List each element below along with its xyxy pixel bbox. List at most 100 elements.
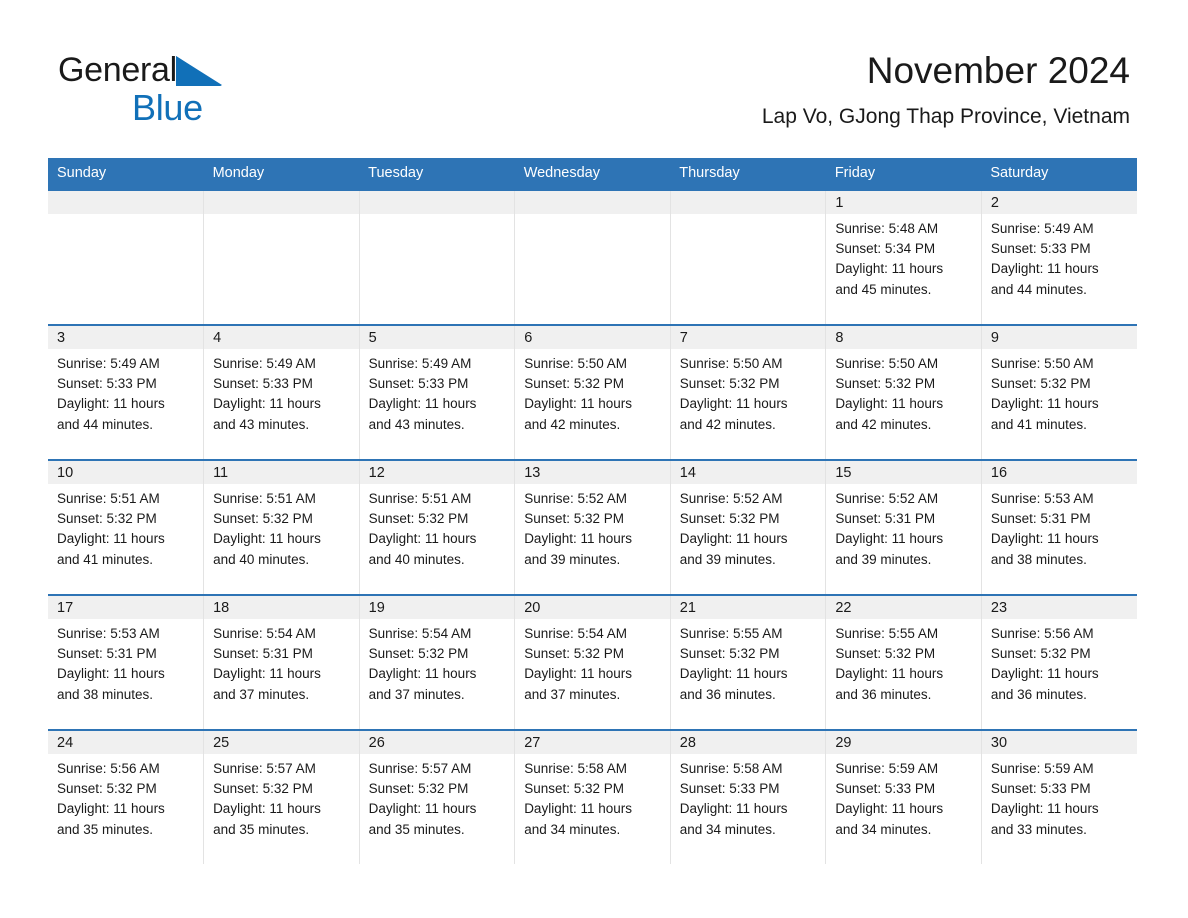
title-block: November 2024 Lap Vo, GJong Thap Provinc… bbox=[430, 48, 1130, 129]
daylight-text: Daylight: 11 hours bbox=[990, 801, 1099, 817]
sunrise-text: Sunrise: 5:49 AM bbox=[990, 221, 1094, 236]
sunset-text: Sunset: 5:34 PM bbox=[835, 241, 936, 257]
day-number: 4 bbox=[204, 326, 359, 349]
logo-top-row: General bbox=[58, 52, 318, 92]
day-details: Sunrise: 5:55 AM Sunset: 5:32 PM Daylight:… bbox=[671, 619, 826, 705]
day-cell-inner: 30 Sunrise: 5:59 AM Sunset: 5:33 PM Dayligh… bbox=[981, 731, 1137, 864]
daylight-text: Daylight: 11 hours bbox=[368, 666, 477, 682]
daylight-text: Daylight: 11 hours bbox=[835, 396, 944, 412]
calendar-day-cell[interactable]: 20 Sunrise: 5:54 AM Sunset: 5:32 PM Dayligh… bbox=[514, 594, 671, 730]
sunset-text: Sunset: 5:33 PM bbox=[368, 376, 469, 392]
sunset-text: Sunset: 5:33 PM bbox=[990, 241, 1091, 257]
calendar-day-cell[interactable]: 17 Sunrise: 5:53 AM Sunset: 5:31 PM Dayligh… bbox=[48, 594, 204, 730]
calendar-day-cell[interactable]: 25 Sunrise: 5:57 AM Sunset: 5:32 PM Dayligh… bbox=[203, 729, 360, 864]
calendar-day-cell[interactable]: 10 Sunrise: 5:51 AM Sunset: 5:32 PM Dayligh… bbox=[48, 459, 204, 595]
day-number: 10 bbox=[48, 461, 204, 484]
sunrise-text: Sunrise: 5:53 AM bbox=[57, 626, 160, 641]
calendar-day-cell[interactable]: 28 Sunrise: 5:58 AM Sunset: 5:33 PM Dayligh… bbox=[669, 729, 826, 864]
day-number: 22 bbox=[826, 596, 981, 619]
sunset-text: Sunset: 5:32 PM bbox=[835, 376, 936, 392]
calendar-day-cell[interactable]: 24 Sunrise: 5:56 AM Sunset: 5:32 PM Dayligh… bbox=[48, 729, 204, 864]
sunset-text: Sunset: 5:32 PM bbox=[57, 511, 157, 527]
day-number: 15 bbox=[826, 461, 981, 484]
calendar-day-cell[interactable]: 23 Sunrise: 5:56 AM Sunset: 5:32 PM Dayligh… bbox=[980, 594, 1137, 730]
calendar-day-cell[interactable]: 13 Sunrise: 5:52 AM Sunset: 5:32 PM Dayligh… bbox=[514, 459, 671, 595]
sunrise-text: Sunrise: 5:54 AM bbox=[524, 626, 627, 641]
sunset-text: Sunset: 5:31 PM bbox=[990, 511, 1091, 527]
daylight-text-cont: and 42 minutes. bbox=[679, 416, 776, 432]
calendar-day-cell[interactable]: 19 Sunrise: 5:54 AM Sunset: 5:32 PM Dayligh… bbox=[358, 594, 515, 730]
sunset-text: Sunset: 5:32 PM bbox=[524, 781, 624, 797]
calendar-table: Sunday Monday Tuesday Wednesday Thursday Frid… bbox=[48, 158, 1137, 864]
sunset-text: Sunset: 5:32 PM bbox=[524, 646, 624, 662]
daylight-text-cont: and 43 minutes. bbox=[213, 416, 310, 432]
calendar-day-cell[interactable]: 5 Sunrise: 5:49 AM Sunset: 5:33 PM Daylight… bbox=[358, 324, 515, 460]
day-cell-inner: 17 Sunrise: 5:53 AM Sunset: 5:31 PM Dayligh… bbox=[48, 596, 204, 729]
daylight-text: Daylight: 11 hours bbox=[990, 666, 1099, 682]
sunset-text: Sunset: 5:32 PM bbox=[368, 511, 469, 527]
calendar-day-cell[interactable]: 29 Sunrise: 5:59 AM Sunset: 5:33 PM Dayligh… bbox=[825, 729, 982, 864]
daylight-text-cont: and 39 minutes. bbox=[835, 551, 932, 567]
sunset-text: Sunset: 5:32 PM bbox=[524, 511, 624, 527]
calendar-day-cell[interactable]: 2 Sunrise: 5:49 AM Sunset: 5:33 PM Daylight… bbox=[980, 189, 1137, 325]
calendar-day-cell-empty bbox=[514, 189, 671, 325]
day-details: Sunrise: 5:52 AM Sunset: 5:32 PM Daylight:… bbox=[515, 484, 670, 570]
calendar-day-cell[interactable]: 4 Sunrise: 5:49 AM Sunset: 5:33 PM Daylight… bbox=[203, 324, 360, 460]
day-number: 5 bbox=[359, 326, 515, 349]
daylight-text-cont: and 36 minutes. bbox=[679, 686, 776, 702]
sunrise-text: Sunrise: 5:49 AM bbox=[368, 356, 472, 371]
daylight-text: Daylight: 11 hours bbox=[835, 261, 944, 277]
calendar-day-cell-empty bbox=[203, 189, 360, 325]
daylight-text-cont: and 44 minutes. bbox=[57, 416, 154, 432]
daylight-text-cont: and 41 minutes. bbox=[57, 551, 154, 567]
calendar-day-cell[interactable]: 9 Sunrise: 5:50 AM Sunset: 5:32 PM Daylight… bbox=[980, 324, 1137, 460]
calendar-day-cell[interactable]: 7 Sunrise: 5:50 AM Sunset: 5:32 PM Daylight… bbox=[669, 324, 826, 460]
daylight-text-cont: and 42 minutes. bbox=[835, 416, 932, 432]
day-cell-inner: 25 Sunrise: 5:57 AM Sunset: 5:32 PM Dayligh… bbox=[204, 731, 359, 864]
daylight-text: Daylight: 11 hours bbox=[679, 531, 788, 547]
day-number: 13 bbox=[515, 461, 670, 484]
day-number bbox=[670, 191, 826, 214]
calendar-day-cell[interactable]: 16 Sunrise: 5:53 AM Sunset: 5:31 PM Dayligh… bbox=[980, 459, 1137, 595]
sunrise-text: Sunrise: 5:59 AM bbox=[835, 761, 939, 776]
calendar-day-cell[interactable]: 26 Sunrise: 5:57 AM Sunset: 5:32 PM Dayligh… bbox=[358, 729, 515, 864]
calendar-day-cell[interactable]: 6 Sunrise: 5:50 AM Sunset: 5:32 PM Daylight… bbox=[514, 324, 671, 460]
day-number: 25 bbox=[204, 731, 359, 754]
calendar-day-cell[interactable]: 12 Sunrise: 5:51 AM Sunset: 5:32 PM Dayligh… bbox=[358, 459, 515, 595]
daylight-text: Daylight: 11 hours bbox=[57, 801, 165, 817]
calendar-day-cell[interactable]: 18 Sunrise: 5:54 AM Sunset: 5:31 PM Dayligh… bbox=[203, 594, 360, 730]
calendar-day-cell[interactable]: 30 Sunrise: 5:59 AM Sunset: 5:33 PM Dayligh… bbox=[980, 729, 1137, 864]
day-number: 30 bbox=[981, 731, 1137, 754]
day-cell-inner: 13 Sunrise: 5:52 AM Sunset: 5:32 PM Dayligh… bbox=[515, 461, 670, 594]
daylight-text-cont: and 38 minutes. bbox=[57, 686, 154, 702]
day-details: Sunrise: 5:51 AM Sunset: 5:32 PM Daylight:… bbox=[360, 484, 515, 570]
daylight-text: Daylight: 11 hours bbox=[990, 261, 1099, 277]
day-number: 23 bbox=[981, 596, 1137, 619]
general-blue-logo[interactable]: General Blue bbox=[58, 52, 318, 132]
calendar-week-row: 1 Sunrise: 5:48 AM Sunset: 5:34 PM Daylight… bbox=[48, 189, 1137, 325]
day-number: 2 bbox=[981, 191, 1137, 214]
day-cell-inner: 16 Sunrise: 5:53 AM Sunset: 5:31 PM Dayligh… bbox=[981, 461, 1137, 594]
sunrise-text: Sunrise: 5:52 AM bbox=[679, 491, 783, 506]
calendar-day-cell[interactable]: 14 Sunrise: 5:52 AM Sunset: 5:32 PM Dayligh… bbox=[669, 459, 826, 595]
weekday-header-tuesday: Tuesday bbox=[359, 158, 515, 190]
day-number: 7 bbox=[670, 326, 826, 349]
weekday-header-saturday: Saturday bbox=[981, 158, 1137, 190]
daylight-text: Daylight: 11 hours bbox=[368, 801, 477, 817]
day-number: 21 bbox=[670, 596, 826, 619]
calendar-day-cell[interactable]: 8 Sunrise: 5:50 AM Sunset: 5:32 PM Daylight… bbox=[825, 324, 982, 460]
calendar-day-cell[interactable]: 27 Sunrise: 5:58 AM Sunset: 5:32 PM Dayligh… bbox=[514, 729, 671, 864]
day-number: 18 bbox=[204, 596, 359, 619]
day-details: Sunrise: 5:58 AM Sunset: 5:32 PM Daylight:… bbox=[515, 754, 670, 840]
calendar-day-cell[interactable]: 21 Sunrise: 5:55 AM Sunset: 5:32 PM Dayligh… bbox=[669, 594, 826, 730]
calendar-day-cell[interactable]: 11 Sunrise: 5:51 AM Sunset: 5:32 PM Dayligh… bbox=[203, 459, 360, 595]
calendar-day-cell[interactable]: 22 Sunrise: 5:55 AM Sunset: 5:32 PM Dayligh… bbox=[825, 594, 982, 730]
calendar-day-cell[interactable]: 3 Sunrise: 5:49 AM Sunset: 5:33 PM Daylight… bbox=[48, 324, 204, 460]
day-details: Sunrise: 5:56 AM Sunset: 5:32 PM Daylight:… bbox=[48, 754, 203, 840]
day-details: Sunrise: 5:53 AM Sunset: 5:31 PM Daylight:… bbox=[982, 484, 1137, 570]
calendar-day-cell[interactable]: 1 Sunrise: 5:48 AM Sunset: 5:34 PM Daylight… bbox=[825, 189, 982, 325]
calendar-day-cell[interactable]: 15 Sunrise: 5:52 AM Sunset: 5:31 PM Dayligh… bbox=[825, 459, 982, 595]
daylight-text-cont: and 45 minutes. bbox=[835, 281, 932, 297]
sunset-text: Sunset: 5:32 PM bbox=[679, 511, 780, 527]
day-details: Sunrise: 5:51 AM Sunset: 5:32 PM Daylight:… bbox=[204, 484, 359, 570]
